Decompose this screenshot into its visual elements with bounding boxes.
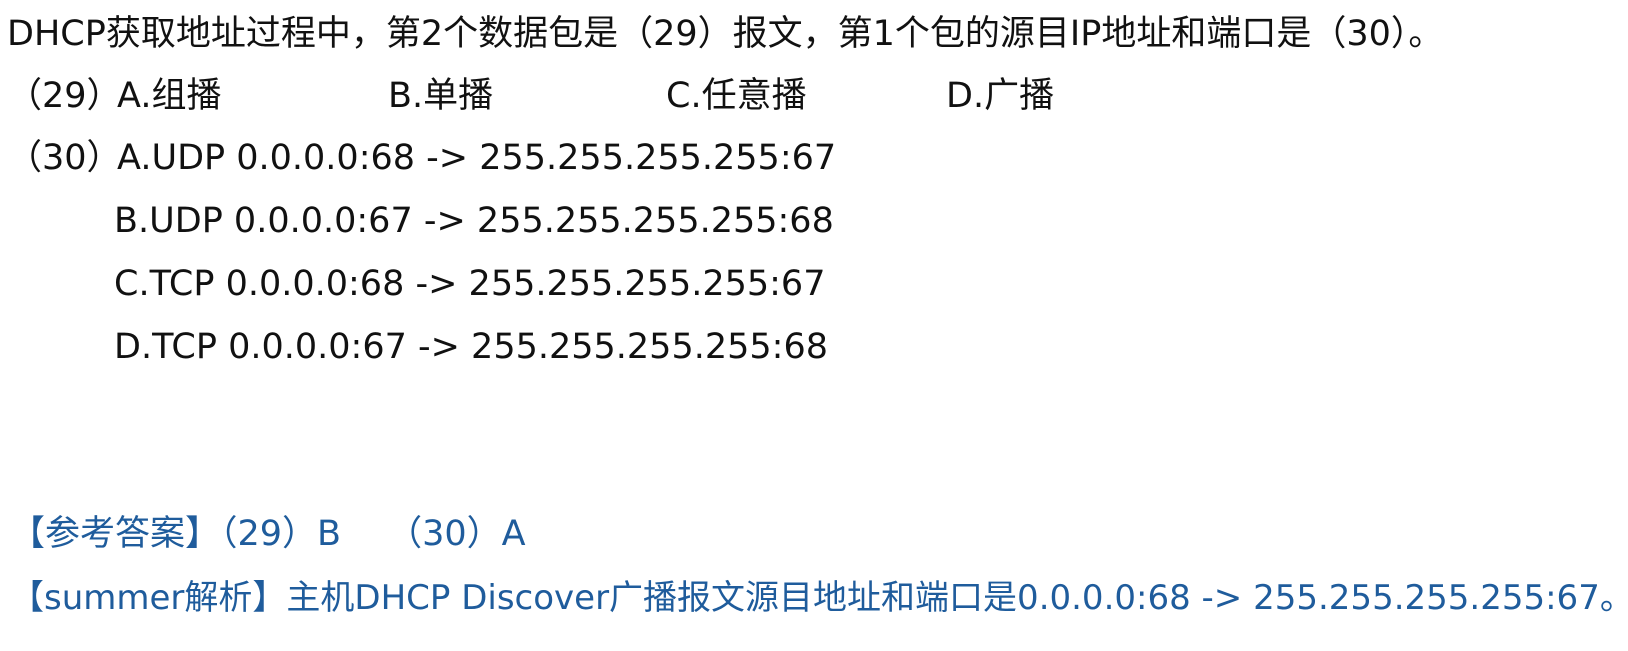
explanation-text: 主机DHCP Discover广播报文源目地址和端口是0.0.0.0:68 ->…: [286, 578, 1628, 618]
q29-option-c: C.任意播: [666, 76, 807, 116]
q30-option-a: A.UDP 0.0.0.0:68 -> 255.255.255.255:67: [117, 138, 837, 178]
answer-30: （30）A: [387, 514, 526, 554]
q29-option-a: A.组播: [117, 76, 222, 116]
answer-29: （29）B: [220, 514, 342, 554]
q30-option-d: D.TCP 0.0.0.0:67 -> 255.255.255.255:68: [114, 327, 828, 367]
explanation-label: 【summer解析】: [10, 578, 287, 618]
answer-label: 【参考答案】: [10, 514, 221, 554]
q30-number: （30）: [7, 138, 122, 178]
q30-option-b: B.UDP 0.0.0.0:67 -> 255.255.255.255:68: [114, 201, 834, 241]
q30-option-c: C.TCP 0.0.0.0:68 -> 255.255.255.255:67: [114, 264, 826, 304]
answer-line: 【参考答案】（29）B （30）A: [10, 512, 526, 556]
q29-option-d: D.广播: [946, 76, 1055, 116]
question-text: DHCP获取地址过程中，第2个数据包是（29）报文，第1个包的源目IP地址和端口…: [7, 14, 1444, 54]
explanation-line: 【summer解析】主机DHCP Discover广播报文源目地址和端口是0.0…: [10, 576, 1628, 620]
q29-number: （29）: [7, 76, 122, 116]
q29-option-b: B.单播: [388, 76, 494, 116]
